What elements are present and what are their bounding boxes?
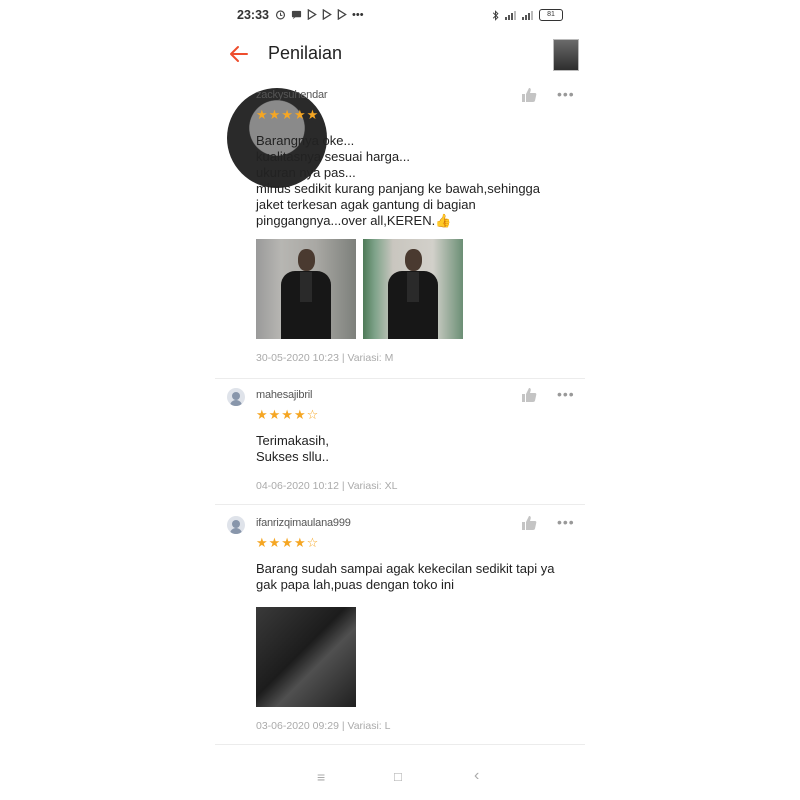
review-comment: Terimakasih, Sukses sllu.. bbox=[256, 433, 576, 465]
more-dots-icon: ••• bbox=[352, 8, 364, 21]
battery-icon: 81 bbox=[539, 9, 563, 21]
more-options-icon[interactable]: ••• bbox=[557, 386, 575, 402]
star-rating: ★★★★☆ bbox=[256, 535, 319, 551]
bluetooth-icon bbox=[492, 9, 499, 21]
comment-line: gak papa lah,puas dengan toko ini bbox=[256, 577, 455, 592]
comment-line: minus sedikit kurang panjang ke bawah,se… bbox=[256, 181, 541, 196]
comment-line: Sukses sllu.. bbox=[256, 449, 329, 464]
review-photos bbox=[256, 239, 463, 339]
profile-thumbnail[interactable] bbox=[553, 39, 579, 71]
review-photos bbox=[256, 607, 356, 707]
avatar[interactable] bbox=[227, 516, 245, 534]
home-icon[interactable]: □ bbox=[394, 769, 402, 784]
review-screen: 23:33 ••• 81 Penilaian zackysuhendar •••… bbox=[215, 0, 585, 800]
photo-head bbox=[298, 249, 315, 271]
review-meta: 03-06-2020 09:29 | Variasi: L bbox=[256, 720, 391, 732]
signal-icon bbox=[505, 10, 516, 20]
menu-icon[interactable]: ≡ bbox=[317, 769, 325, 785]
status-time: 23:33 bbox=[237, 8, 269, 22]
message-icon bbox=[291, 10, 302, 20]
review-comment: Barangnya oke... kualitasnya sesuai harg… bbox=[256, 133, 576, 229]
status-right-icons: 81 bbox=[492, 9, 563, 21]
star-rating: ★★★★★ bbox=[256, 107, 319, 123]
photo-shirt bbox=[407, 272, 419, 302]
comment-line: Barang sudah sampai agak kekecilan sedik… bbox=[256, 561, 555, 576]
photo-head bbox=[405, 249, 422, 271]
rating-stars: ★★★★★ bbox=[256, 107, 320, 122]
comment-line: jaket terkesan agak gantung di bagian bbox=[256, 197, 476, 212]
status-bar: 23:33 ••• 81 bbox=[215, 6, 585, 28]
comment-line: ukuran nya pas... bbox=[256, 165, 356, 180]
review-username: zackysuhendar bbox=[256, 89, 328, 101]
app-header: Penilaian bbox=[215, 33, 585, 75]
more-options-icon[interactable]: ••• bbox=[557, 514, 575, 530]
photo-shirt bbox=[300, 272, 312, 302]
review-item: zackysuhendar ••• ★★★★★ Barangnya oke...… bbox=[215, 80, 585, 379]
review-photo[interactable] bbox=[256, 607, 356, 707]
thumbs-up-icon[interactable] bbox=[521, 387, 537, 403]
play-icon bbox=[337, 9, 347, 20]
system-nav-bar: ≡ □ ‹ bbox=[215, 764, 585, 792]
play-icon bbox=[307, 9, 317, 20]
comment-line: Terimakasih, bbox=[256, 433, 329, 448]
review-username: mahesajibril bbox=[256, 389, 313, 401]
review-photo[interactable] bbox=[363, 239, 463, 339]
star-rating: ★★★★☆ bbox=[256, 407, 319, 423]
review-comment: Barang sudah sampai agak kekecilan sedik… bbox=[256, 561, 576, 593]
comment-line: kualitasnya sesuai harga... bbox=[256, 149, 410, 164]
review-item: mahesajibril ••• ★★★★☆ Terimakasih, Suks… bbox=[215, 380, 585, 505]
thumbs-up-icon[interactable] bbox=[521, 87, 537, 103]
alarm-icon bbox=[275, 10, 286, 20]
thumbs-up-icon[interactable] bbox=[521, 515, 537, 531]
review-item: ifanrizqimaulana999 ••• ★★★★☆ Barang sud… bbox=[215, 508, 585, 745]
status-left-icons: ••• bbox=[275, 9, 364, 20]
arrow-left-icon[interactable] bbox=[227, 42, 251, 66]
play-icon bbox=[322, 9, 332, 20]
back-nav-icon[interactable]: ‹ bbox=[474, 767, 479, 785]
review-meta: 04-06-2020 10:12 | Variasi: XL bbox=[256, 480, 398, 492]
rating-stars: ★★★★☆ bbox=[256, 535, 320, 550]
comment-line: pinggangnya...over all,KEREN.👍 bbox=[256, 213, 452, 228]
comment-line: Barangnya oke... bbox=[256, 133, 355, 148]
more-options-icon[interactable]: ••• bbox=[557, 86, 575, 102]
page-title: Penilaian bbox=[268, 43, 343, 63]
rating-stars: ★★★★☆ bbox=[256, 407, 320, 422]
signal-icon bbox=[522, 10, 533, 20]
review-meta: 30-05-2020 10:23 | Variasi: M bbox=[256, 352, 394, 364]
review-username: ifanrizqimaulana999 bbox=[256, 517, 351, 529]
avatar[interactable] bbox=[227, 388, 245, 406]
review-photo[interactable] bbox=[256, 239, 356, 339]
